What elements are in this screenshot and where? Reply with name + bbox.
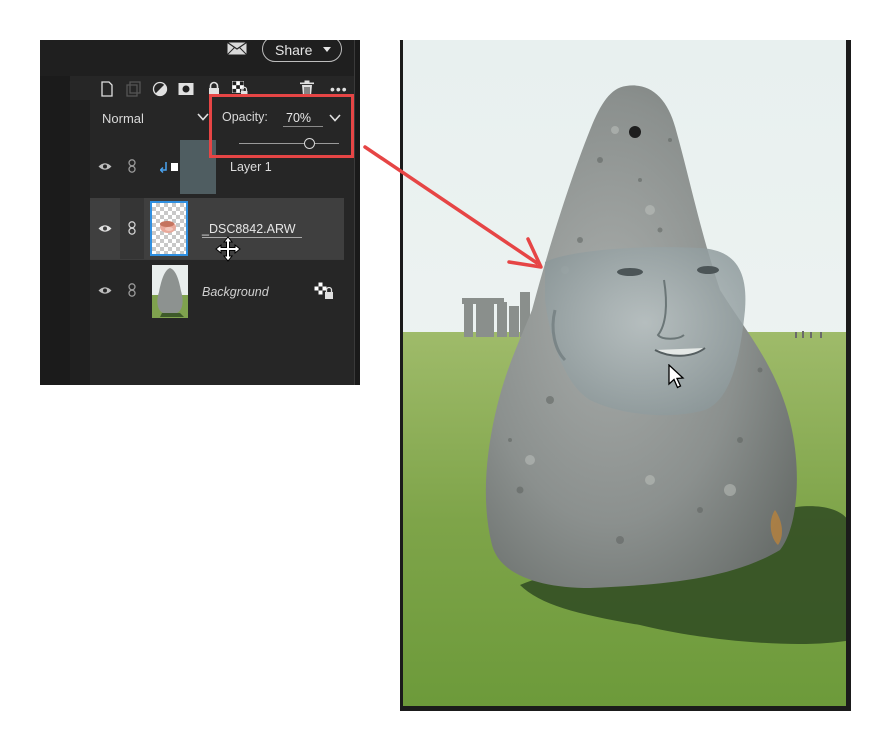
more-options-icon[interactable]: ••• [330, 82, 348, 96]
layer-thumbnail[interactable] [150, 201, 188, 256]
eye-icon[interactable] [98, 162, 112, 171]
layer-mask-icon[interactable] [178, 81, 194, 97]
eye-icon[interactable] [98, 286, 112, 295]
adjustment-layer-icon[interactable] [152, 81, 168, 97]
eye-icon[interactable] [98, 224, 112, 233]
duplicate-layer-icon[interactable] [126, 81, 142, 97]
tool-strip [40, 76, 70, 385]
layer-name[interactable]: Layer 1 [230, 160, 272, 174]
clip-indicator [171, 163, 178, 171]
move-cursor-icon [215, 236, 241, 262]
image-frame-left [400, 40, 403, 711]
stonehenge-photo [400, 40, 851, 711]
panel-scrollbar[interactable] [354, 40, 360, 385]
mouse-pointer-icon [668, 364, 685, 389]
share-button[interactable]: Share [262, 40, 342, 62]
link-icon[interactable] [128, 283, 136, 297]
share-button-label: Share [275, 42, 313, 58]
link-icon[interactable] [128, 159, 136, 173]
layer-thumbnail[interactable] [152, 265, 188, 318]
layer-row-background[interactable]: Background [90, 260, 344, 321]
canvas-image[interactable] [400, 40, 851, 711]
stone-thumbnail [152, 265, 188, 318]
link-icon[interactable] [128, 221, 136, 235]
new-layer-icon[interactable] [99, 81, 115, 97]
chevron-down-icon [323, 47, 331, 52]
blend-mode-select[interactable]: Normal [102, 111, 144, 126]
layer-name[interactable]: Background [202, 285, 269, 299]
layers-panel: Share ••• Normal Opacity: 70% Layer 1 _D… [40, 40, 360, 385]
panel-gutter [70, 100, 90, 385]
image-frame-right [846, 40, 851, 711]
face-thumbnail [160, 221, 176, 233]
mail-icon[interactable] [227, 42, 247, 55]
chevron-down-icon[interactable] [197, 112, 209, 122]
transparency-lock-icon[interactable] [314, 282, 334, 300]
clipping-mask-arrow-icon [160, 162, 167, 174]
image-frame-bottom [400, 706, 851, 711]
opacity-highlight-box [209, 94, 354, 158]
